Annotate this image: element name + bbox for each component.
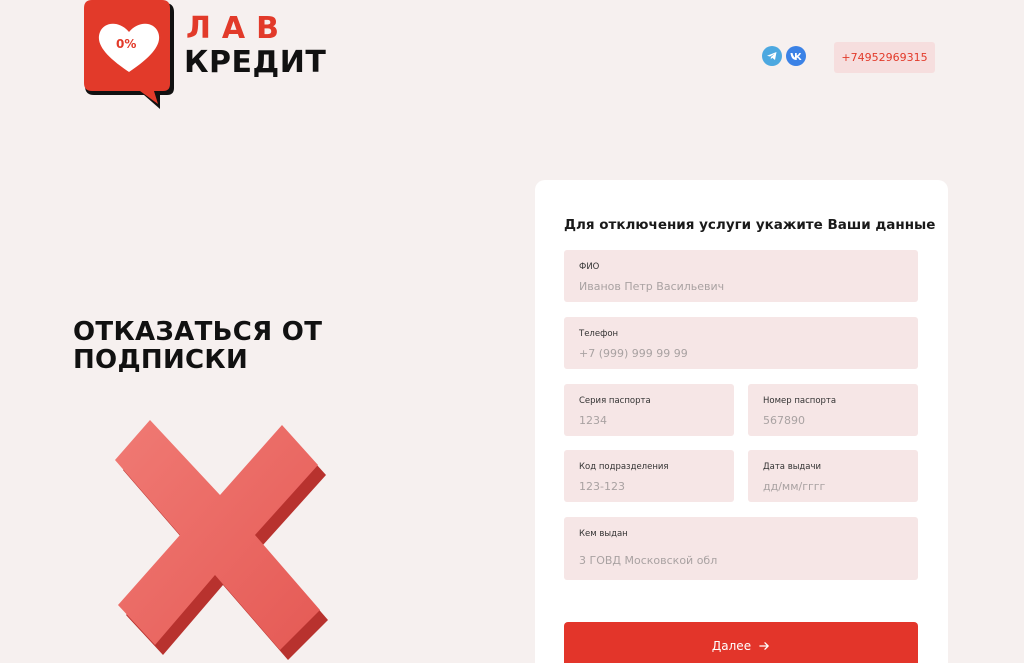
brand-logo[interactable]: 0% ЛАВ КРЕДИТ [82, 0, 332, 115]
red-cross-icon [115, 420, 328, 660]
page-title-line-2: ПОДПИСКИ [73, 345, 249, 375]
division-code-label: Код подразделения [579, 462, 669, 472]
passport-number-input[interactable] [763, 414, 903, 427]
phone-field[interactable]: Телефон [564, 317, 918, 369]
page: 0% ЛАВ КРЕДИТ +74952969315 ОТКАЗАТЬСЯ ОТ… [0, 0, 1024, 663]
next-button-label: Далее [711, 639, 752, 653]
vk-icon [790, 52, 801, 60]
fio-input[interactable] [579, 280, 903, 293]
page-title: ОТКАЗАТЬСЯ ОТ ПОДПИСКИ [73, 318, 322, 374]
logo-word-top: ЛАВ [186, 11, 291, 46]
subscription-cancel-form: Для отключения услуги укажите Ваши данны… [535, 180, 948, 663]
fio-label: ФИО [579, 262, 600, 272]
phone-label: Телефон [579, 329, 619, 339]
logo-word-bottom: КРЕДИТ [184, 45, 327, 80]
issued-by-label: Кем выдан [579, 529, 628, 539]
telegram-icon [767, 52, 777, 60]
logo-badge-text: 0% [116, 37, 137, 51]
issued-by-input[interactable] [579, 554, 903, 567]
issue-date-label: Дата выдачи [763, 462, 822, 472]
division-code-input[interactable] [579, 480, 719, 493]
next-button[interactable]: Далее [564, 622, 918, 663]
arrow-right-icon [759, 642, 769, 650]
passport-series-input[interactable] [579, 414, 719, 427]
passport-series-label: Серия паспорта [579, 396, 651, 406]
vk-link[interactable] [786, 46, 806, 66]
issue-date-input[interactable] [763, 480, 903, 493]
passport-series-field[interactable]: Серия паспорта [564, 384, 734, 436]
form-title: Для отключения услуги укажите Ваши данны… [564, 217, 936, 233]
page-title-line-1: ОТКАЗАТЬСЯ ОТ [73, 317, 323, 347]
division-code-field[interactable]: Код подразделения [564, 450, 734, 502]
logo-speech-bubble-icon [84, 0, 174, 109]
fio-field[interactable]: ФИО [564, 250, 918, 302]
telegram-link[interactable] [762, 46, 782, 66]
phone-input[interactable] [579, 347, 903, 360]
issue-date-field[interactable]: Дата выдачи [748, 450, 918, 502]
passport-number-label: Номер паспорта [763, 396, 837, 406]
phone-button[interactable]: +74952969315 [834, 42, 935, 73]
passport-number-field[interactable]: Номер паспорта [748, 384, 918, 436]
issued-by-field[interactable]: Кем выдан [564, 517, 918, 580]
